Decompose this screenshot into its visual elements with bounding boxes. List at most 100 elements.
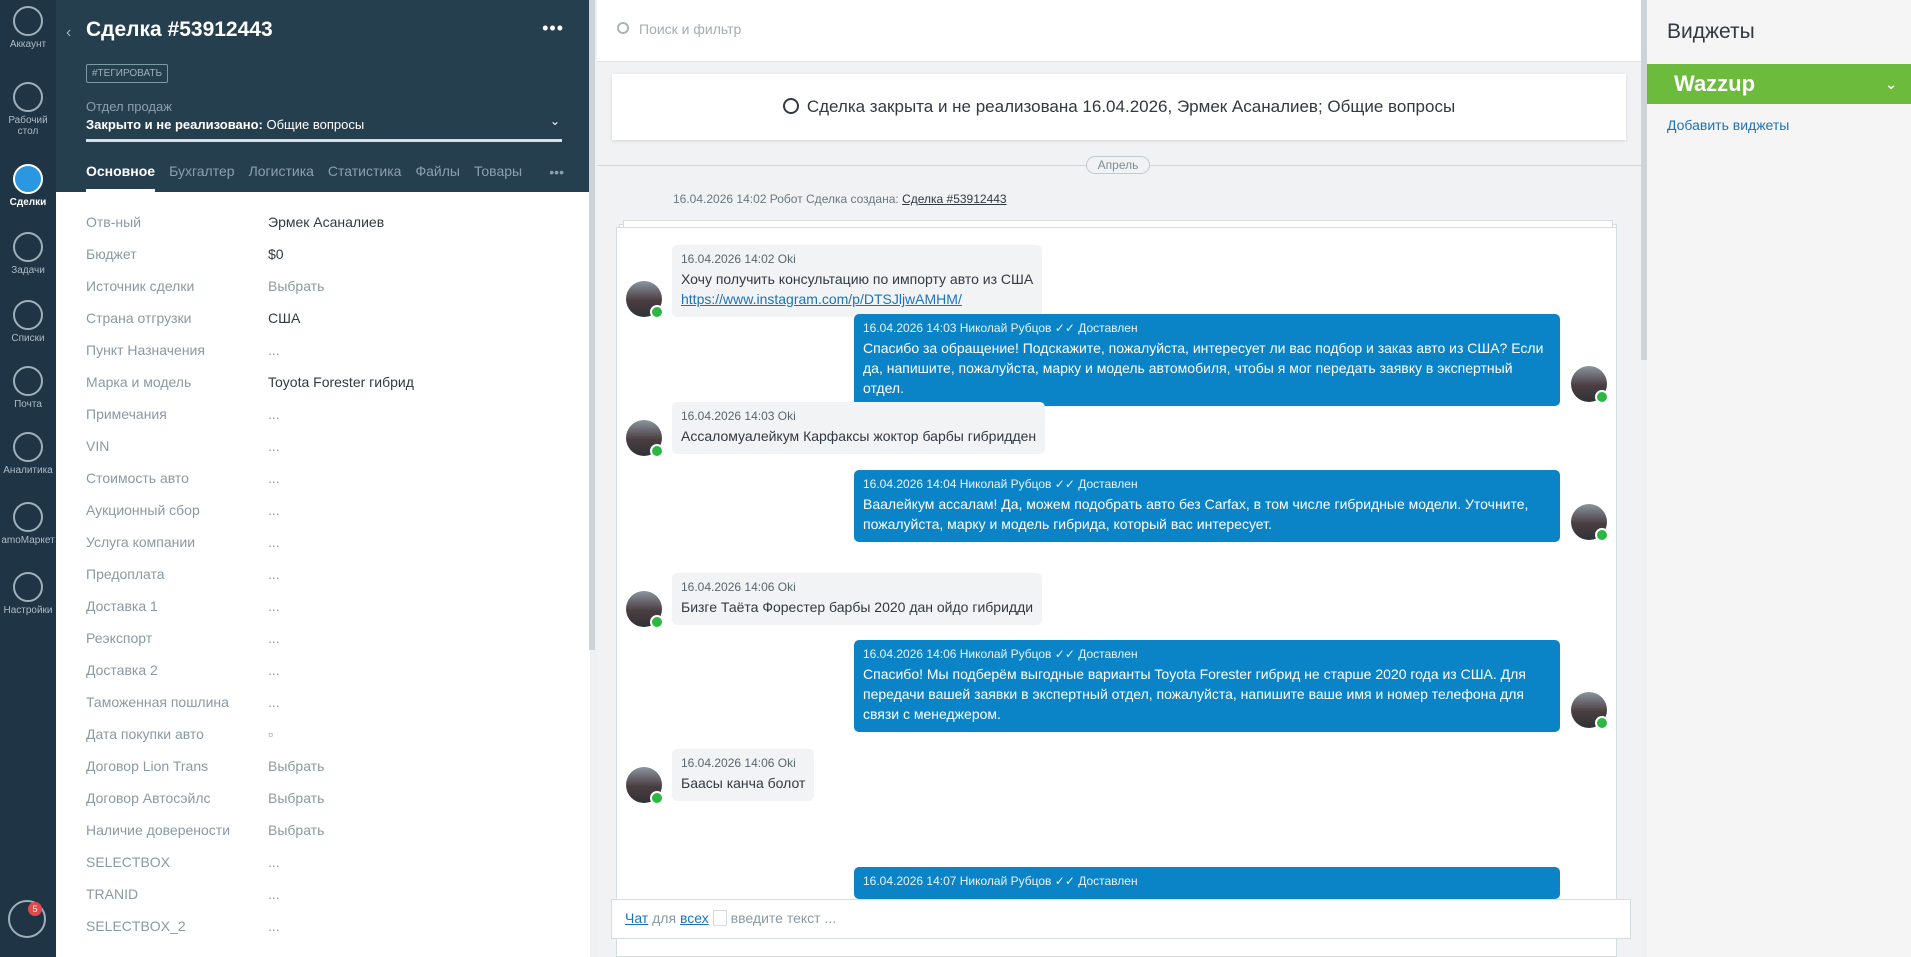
chevron-down-icon[interactable]: ⌄ (550, 114, 560, 128)
composer-input[interactable]: введите текст ... (731, 910, 836, 926)
date-pill: Апрель (1086, 156, 1150, 174)
field-value[interactable]: ▫ (268, 726, 273, 742)
field-value[interactable]: Эрмек Асаналиев (268, 214, 384, 230)
field-value[interactable]: ... (268, 566, 280, 582)
tab-accounting[interactable]: Бухгалтер (169, 163, 234, 192)
field-label: VIN (86, 438, 110, 454)
field-value[interactable]: ... (268, 406, 280, 422)
pipeline-status[interactable]: Закрыто и не реализовано: Общие вопросы (86, 117, 364, 132)
field-row: Дата покупки авто ▫ (86, 722, 566, 754)
nav-lists[interactable]: Списки (0, 300, 56, 344)
chevron-down-icon[interactable]: ⌄ (1885, 64, 1897, 104)
message-composer[interactable]: Чат для всех введите текст ... (611, 899, 1631, 939)
field-value[interactable]: ... (268, 534, 280, 550)
tasks-icon (13, 232, 43, 262)
tag-button[interactable]: #ТЕГИРОВАТЬ (86, 64, 169, 83)
tab-files[interactable]: Файлы (415, 163, 459, 192)
field-row: Стоимость авто... (86, 466, 566, 498)
add-widgets-link[interactable]: Добавить виджеты (1667, 117, 1789, 133)
wazzup-widget[interactable]: Wazzup ⌄ (1647, 64, 1911, 104)
deal-tabs: Основное Бухгалтер Логистика Статистика Файл… (86, 163, 566, 192)
field-value[interactable]: Выбрать (268, 758, 324, 774)
analytics-icon (13, 432, 43, 462)
message-text: Бизге Таёта Форестер барбы 2020 дан ойдо… (681, 599, 1034, 615)
field-row: SELECTBOX... (86, 850, 566, 882)
field-label: Примечания (86, 406, 167, 422)
settings-icon (13, 572, 43, 602)
tab-products[interactable]: Товары (474, 163, 522, 192)
field-value[interactable]: ... (268, 470, 280, 486)
field-value[interactable]: ... (268, 662, 280, 678)
field-value[interactable]: ... (268, 502, 280, 518)
system-event-link[interactable]: Сделка #53912443 (902, 192, 1007, 206)
field-value[interactable]: Выбрать (268, 278, 324, 294)
field-value[interactable]: США (268, 310, 300, 326)
field-value[interactable]: ... (268, 630, 280, 646)
whatsapp-icon (1595, 528, 1609, 542)
deal-fields: Отв-ный Эрмек Асаналиев Бюджет $0 Источник с… (86, 210, 566, 946)
field-row: Аукционный сбор... (86, 498, 566, 530)
pipeline-label: Отдел продаж (86, 99, 172, 114)
field-row: Договор Lion Trans Выбрать (86, 754, 566, 786)
search-icon (617, 22, 629, 34)
field-label: Бюджет (86, 246, 137, 262)
nav-deals[interactable]: Сделки (0, 164, 56, 208)
field-value[interactable]: Выбрать (268, 790, 324, 806)
nav-settings[interactable]: Настройки (0, 572, 56, 616)
whatsapp-icon (650, 791, 664, 805)
mail-icon (13, 366, 43, 396)
whatsapp-icon (1595, 716, 1609, 730)
message-meta: 16.04.2026 14:02 Oki (681, 252, 796, 266)
composer-all-link[interactable]: всех (680, 910, 709, 926)
field-value[interactable]: ... (268, 694, 280, 710)
left-scrollbar[interactable] (589, 0, 595, 650)
field-value[interactable]: ... (268, 598, 280, 614)
field-label: Пункт Назначения (86, 342, 205, 358)
field-row: Договор Автосэйлс Выбрать (86, 786, 566, 818)
field-row: Предоплата... (86, 562, 566, 594)
field-value[interactable]: ... (268, 342, 280, 358)
nav-mail[interactable]: Почта (0, 366, 56, 410)
field-label: TRANID (86, 886, 139, 902)
field-value[interactable]: ... (268, 438, 280, 454)
nav-account[interactable]: Аккаунт (0, 6, 56, 50)
field-value[interactable]: $0 (268, 246, 284, 262)
whatsapp-icon (1595, 390, 1609, 404)
field-row: Таможенная пошлина... (86, 690, 566, 722)
tabs-more-icon[interactable]: ••• (549, 164, 564, 180)
tab-logistics[interactable]: Логистика (249, 163, 314, 192)
field-row: Источник сделки Выбрать (86, 274, 566, 306)
field-row: VIN... (86, 434, 566, 466)
search-bar[interactable]: Поиск и фильтр (597, 0, 1641, 62)
nav-label: Аналитика (3, 465, 53, 476)
tab-main[interactable]: Основное (86, 163, 156, 192)
field-row: Реэкспорт... (86, 626, 566, 658)
field-row: Отв-ный Эрмек Асаналиев (86, 210, 566, 242)
recipient-dropdown-icon[interactable] (712, 910, 727, 926)
message-link[interactable]: https://www.instagram.com/p/DTSJljwAMHM/ (681, 291, 962, 307)
field-value[interactable]: ... (268, 854, 280, 870)
nav-tasks[interactable]: Задачи (0, 232, 56, 276)
nav-label: Настройки (3, 605, 53, 616)
back-arrow-icon[interactable]: ‹ (66, 24, 71, 42)
field-value[interactable]: Выбрать (268, 822, 324, 838)
nav-analytics[interactable]: Аналитика (0, 432, 56, 476)
whatsapp-icon (650, 305, 664, 319)
deal-more-menu-icon[interactable]: ••• (542, 18, 564, 39)
market-icon (13, 502, 43, 532)
search-input[interactable]: Поиск и фильтр (639, 21, 741, 37)
nav-market[interactable]: amoМаркет (0, 502, 56, 546)
nav-dashboard[interactable]: Рабочий стол (0, 82, 56, 137)
system-event: 16.04.2026 14:02 Робот Сделка создана: С… (673, 192, 1007, 206)
tab-statistics[interactable]: Статистика (328, 163, 402, 192)
field-label: Доставка 1 (86, 598, 158, 614)
field-value[interactable]: Toyota Forester гибрид (268, 374, 414, 390)
nav-label: Рабочий стол (8, 115, 48, 137)
nav-label: Почта (14, 399, 42, 410)
status-bold: Закрыто и не реализовано: (86, 117, 263, 132)
field-label: Дата покупки авто (86, 726, 204, 742)
composer-chat-link[interactable]: Чат (625, 910, 648, 926)
field-value[interactable]: ... (268, 886, 280, 902)
widgets-panel: Виджеты Wazzup ⌄ Добавить виджеты (1647, 0, 1911, 957)
field-value[interactable]: ... (268, 918, 280, 934)
